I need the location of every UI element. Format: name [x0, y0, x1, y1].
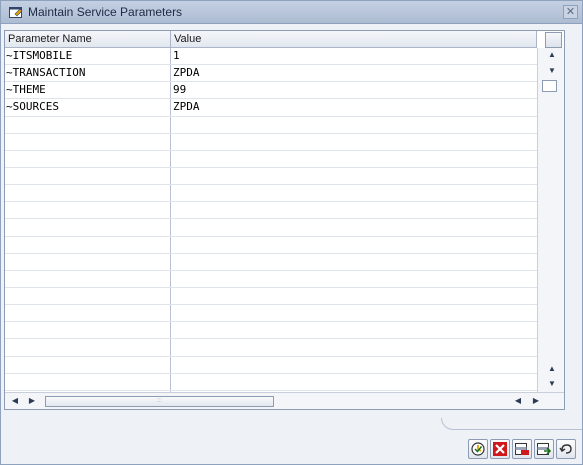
table-row[interactable]: [5, 287, 537, 306]
table-row[interactable]: [5, 202, 537, 220]
table-row[interactable]: [5, 322, 537, 340]
table-row[interactable]: [5, 373, 537, 391]
table-row[interactable]: ~TRANSACTION ZPDA: [5, 65, 537, 83]
dialog-window: Maintain Service Parameters ✕ Parameter …: [0, 0, 583, 465]
parameter-value-cell[interactable]: [171, 202, 537, 218]
parameter-value-cell[interactable]: [171, 322, 537, 338]
parameter-value-cell[interactable]: [171, 271, 537, 287]
parameter-table: Parameter Name Value ~ITSMOBILE 1 ~TRANSAC…: [4, 30, 565, 410]
scroll-end-right-icon[interactable]: ▶: [531, 395, 541, 407]
parameter-name-cell[interactable]: [5, 116, 171, 133]
table-row[interactable]: [5, 356, 537, 374]
check-icon: [471, 442, 485, 456]
parameter-value-cell[interactable]: [171, 134, 537, 150]
parameter-name-cell[interactable]: [5, 219, 171, 236]
parameter-name-cell[interactable]: [5, 270, 171, 287]
delete-row-icon: [515, 443, 529, 455]
parameter-name-cell[interactable]: [5, 287, 171, 305]
parameter-value-cell[interactable]: [171, 357, 537, 373]
undo-button[interactable]: [556, 439, 576, 459]
horizontal-scrollbar[interactable]: ◀ ▶ ::: ◀ ▶: [5, 392, 564, 409]
parameter-value-cell[interactable]: 99: [171, 82, 537, 98]
scroll-page-up-icon[interactable]: ▲: [547, 364, 557, 374]
delete-row-button[interactable]: [512, 439, 532, 459]
parameter-value-cell[interactable]: 1: [171, 48, 537, 64]
table-row[interactable]: [5, 185, 537, 203]
table-row[interactable]: ~SOURCES ZPDA: [5, 99, 537, 117]
check-button[interactable]: [468, 439, 488, 459]
undo-icon: [559, 444, 572, 454]
scroll-left-icon[interactable]: ◀: [10, 395, 20, 407]
parameter-name-cell[interactable]: ~TRANSACTION: [5, 65, 171, 82]
parameter-value-cell[interactable]: [171, 237, 537, 253]
table-row[interactable]: [5, 133, 537, 151]
footer-separator: [441, 418, 582, 430]
parameter-name-cell[interactable]: [5, 356, 171, 373]
close-button[interactable]: ✕: [563, 5, 578, 19]
parameter-name-cell[interactable]: ~ITSMOBILE: [5, 48, 171, 65]
table-row[interactable]: [5, 305, 537, 323]
parameter-name-cell[interactable]: ~SOURCES: [5, 99, 171, 116]
parameter-name-cell[interactable]: [5, 253, 171, 270]
parameter-value-cell[interactable]: ZPDA: [171, 65, 537, 81]
dialog-title: Maintain Service Parameters: [28, 5, 183, 19]
dialog-toolbar: [468, 439, 576, 459]
parameter-name-cell[interactable]: ~THEME: [5, 82, 171, 99]
parameter-name-cell[interactable]: [5, 185, 171, 202]
parameter-name-cell[interactable]: [5, 133, 171, 150]
column-header-parameter-name[interactable]: Parameter Name: [5, 31, 171, 48]
insert-row-icon: [537, 443, 551, 455]
parameter-name-cell[interactable]: [5, 167, 171, 185]
parameter-value-cell[interactable]: [171, 374, 537, 390]
table-row[interactable]: ~THEME 99: [5, 82, 537, 100]
parameter-name-cell[interactable]: [5, 236, 171, 253]
parameter-value-cell[interactable]: [171, 219, 537, 235]
parameter-value-cell[interactable]: [171, 168, 537, 184]
scroll-up-icon[interactable]: ▲: [547, 50, 557, 60]
table-row[interactable]: [5, 270, 537, 288]
parameter-value-cell[interactable]: [171, 305, 537, 321]
parameter-value-cell[interactable]: [171, 185, 537, 201]
cancel-icon: [493, 442, 507, 456]
horizontal-scroll-thumb[interactable]: :::: [45, 396, 274, 407]
parameter-value-cell[interactable]: [171, 151, 537, 167]
parameter-value-cell[interactable]: [171, 117, 537, 133]
parameter-value-cell[interactable]: ZPDA: [171, 99, 537, 115]
scroll-end-left-icon[interactable]: ◀: [513, 395, 523, 407]
vertical-scrollbar[interactable]: ▲ ▼ ▲ ▼: [537, 48, 564, 392]
vertical-scroll-thumb[interactable]: [542, 80, 557, 92]
title-bar[interactable]: Maintain Service Parameters ✕: [1, 1, 582, 24]
parameter-name-cell[interactable]: [5, 202, 171, 219]
parameter-name-cell[interactable]: [5, 305, 171, 322]
parameter-value-cell[interactable]: [171, 254, 537, 270]
table-row[interactable]: [5, 219, 537, 237]
parameter-name-cell[interactable]: [5, 150, 171, 167]
edit-window-icon: [9, 6, 23, 18]
parameter-name-cell[interactable]: [5, 322, 171, 339]
table-body: ~ITSMOBILE 1 ~TRANSACTION ZPDA ~THEME 99 ~SOUR…: [5, 48, 537, 408]
column-header-value[interactable]: Value: [171, 31, 537, 48]
table-row[interactable]: [5, 253, 537, 271]
scroll-down-icon[interactable]: ▼: [547, 66, 557, 76]
table-row[interactable]: ~ITSMOBILE 1: [5, 48, 537, 66]
insert-row-button[interactable]: [534, 439, 554, 459]
table-row[interactable]: [5, 150, 537, 168]
table-row[interactable]: [5, 339, 537, 357]
parameter-value-cell[interactable]: [171, 339, 537, 355]
cancel-button[interactable]: [490, 439, 510, 459]
scroll-right-icon[interactable]: ▶: [27, 395, 37, 407]
table-row[interactable]: [5, 236, 537, 254]
parameter-value-cell[interactable]: [171, 288, 537, 304]
parameter-name-cell[interactable]: [5, 373, 171, 390]
table-row[interactable]: [5, 116, 537, 134]
parameter-name-cell[interactable]: [5, 339, 171, 356]
table-row[interactable]: [5, 167, 537, 186]
table-settings-button[interactable]: [545, 32, 562, 48]
scroll-page-down-icon[interactable]: ▼: [547, 379, 557, 389]
